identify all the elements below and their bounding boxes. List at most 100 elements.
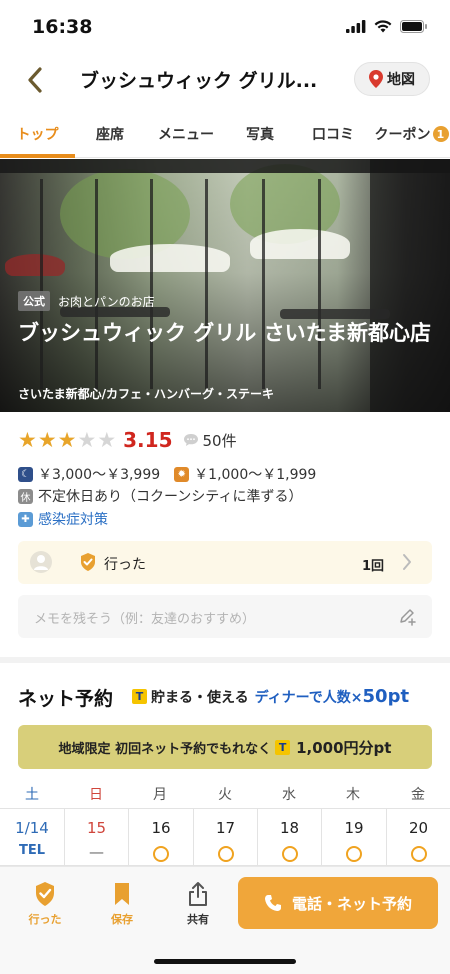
share-button-label: 共有 [187,913,209,926]
memo-placeholder: メモを残そう（例：友達のおすすめ） [34,612,256,627]
status-time: 16:38 [32,16,93,38]
star-filled-icon: ★ [57,428,77,452]
weekday-wed: 水 [282,787,296,803]
rating-row: ★ ★ ★ ★ ★ 3.15 50件 [18,428,237,452]
hero-window-frame [95,179,98,389]
avatar [30,551,52,573]
calendar-day[interactable]: 19 [321,809,386,867]
day-status-unavailable: — [89,843,104,861]
available-circle-icon [217,846,234,862]
star-filled-icon: ★ [18,428,37,452]
weekday-mon: 月 [153,787,167,803]
share-button[interactable]: 共有 [168,881,228,927]
available-circle-icon [153,846,169,862]
hero-window-frame [262,179,265,389]
weekday-sat: 土 [25,787,39,803]
map-button[interactable]: 地図 [354,62,430,96]
section-divider [0,657,450,663]
calendar-day[interactable]: 20 [386,809,450,867]
battery-icon [400,18,428,37]
calendar-day[interactable]: 18 [257,809,321,867]
area-genre: さいたま新都心/カフェ・ハンバーグ・ステーキ [18,387,275,401]
net-reservation-title: ネット予約 [18,688,114,710]
visited-card[interactable]: 行った 1回 [18,541,432,584]
tab-seats[interactable]: 座席 [75,110,145,158]
comment-icon [183,434,198,446]
holiday-line: 休 不定休日あり（コクーンシティに準ずる） [18,486,302,506]
hero-umbrella [250,229,350,259]
banner-text: 地域限定 初回ネット予約でもれなく [58,741,272,757]
review-count-link[interactable]: 50件 [183,430,237,451]
wifi-icon [374,18,392,37]
calendar-day[interactable]: 1/14 TEL [0,809,64,867]
back-chevron-icon [28,67,42,93]
visited-check-icon [80,553,96,575]
call-reserve-label: 電話・ネット予約 [291,894,412,913]
holiday-text: 不定休日あり（コクーンシティに準ずる） [38,489,303,505]
day-date: 20 [408,819,429,837]
visited-button[interactable]: 行った [15,881,75,927]
calendar-day[interactable]: 17 [193,809,257,867]
infection-control-link[interactable]: 感染症対策 [38,509,108,529]
hero-window-frame [150,179,153,389]
medical-cross-icon: ✚ [18,511,33,527]
home-indicator [154,959,296,964]
weekday-sun: 日 [89,787,103,803]
hero-photo[interactable]: 公式 お肉とパンのお店 ブッシュウィック グリル さいたま新都心店 さいたま新都… [0,159,450,412]
tab-reviews[interactable]: 口コミ [293,110,373,158]
map-label: 地図 [387,72,415,88]
coupon-count-badge: 1 [432,126,449,142]
promo-points: 50pt [362,686,410,707]
first-reservation-banner[interactable]: 地域限定 初回ネット予約でもれなく T 1,000円分pt [18,725,432,769]
signal-icon [346,18,366,37]
calendar-day[interactable]: 15 — [64,809,128,867]
hero-umbrella [110,244,230,272]
star-empty-icon: ★ [97,428,117,452]
map-pin-icon [369,70,383,88]
calendar-dates-row: 1/14 TEL 15 — 16 17 18 19 20 [0,808,450,867]
weekday-tue: 火 [218,787,232,803]
infection-control-line[interactable]: ✚ 感染症対策 [18,509,108,529]
visited-button-label: 行った [28,913,62,926]
dinner-price: ￥3,000～￥3,999 [38,467,161,483]
tab-coupons[interactable]: クーポン 1 [373,110,450,158]
available-circle-icon [346,846,362,862]
tab-label: 口コミ [312,127,354,143]
pencil-plus-icon[interactable] [398,606,418,630]
back-button[interactable] [20,64,50,96]
hero-awning [5,254,65,276]
chevron-right-icon [402,553,412,575]
visited-label: 行った [104,557,146,573]
hero-table [280,309,390,319]
promo-dinner-text: ディナーで人数× [254,689,363,706]
day-date: 15 [86,819,107,837]
tab-bar: トップ 座席 メニュー 写真 口コミ クーポン 1 [0,110,450,158]
banner-amount: 1,000円分pt [296,738,392,757]
available-circle-icon [281,846,298,862]
hero-window-frame [40,179,43,389]
save-button[interactable]: 保存 [92,881,152,927]
tab-top[interactable]: トップ [0,110,75,158]
phone-icon [264,895,281,911]
price-line: ☾ ￥3,000～￥3,999 ✹ ￥1,000～￥1,999 [18,464,316,484]
day-date: 17 [215,819,236,837]
hero-window-frame [205,179,208,389]
visited-count: 1回 [361,559,384,574]
hero-window-frame [318,179,321,389]
t-point-icon: T [132,689,147,704]
bookmark-icon [115,883,129,905]
tab-photos[interactable]: 写真 [227,110,293,158]
tab-menu[interactable]: メニュー [145,110,227,158]
call-reserve-button[interactable]: 電話・ネット予約 [238,877,438,929]
bottom-action-bar: 行った 保存 共有 電話・ネット予約 [0,866,450,974]
memo-input[interactable]: メモを残そう（例：友達のおすすめ） [18,595,432,638]
share-icon [189,882,207,906]
lunch-price: ￥1,000～￥1,999 [194,467,317,483]
dinner-moon-icon: ☾ [18,466,33,482]
promo-earn-text: 貯まる・使える [151,689,249,706]
calendar-day[interactable]: 16 [128,809,193,867]
page-title: ブッシュウィック グリル... [80,70,318,92]
tab-label: 写真 [246,127,274,143]
calendar-weekday-row: 土 日 月 火 水 木 金 [0,784,450,806]
restaurant-name: ブッシュウィック グリル さいたま新都心店 [18,321,431,345]
